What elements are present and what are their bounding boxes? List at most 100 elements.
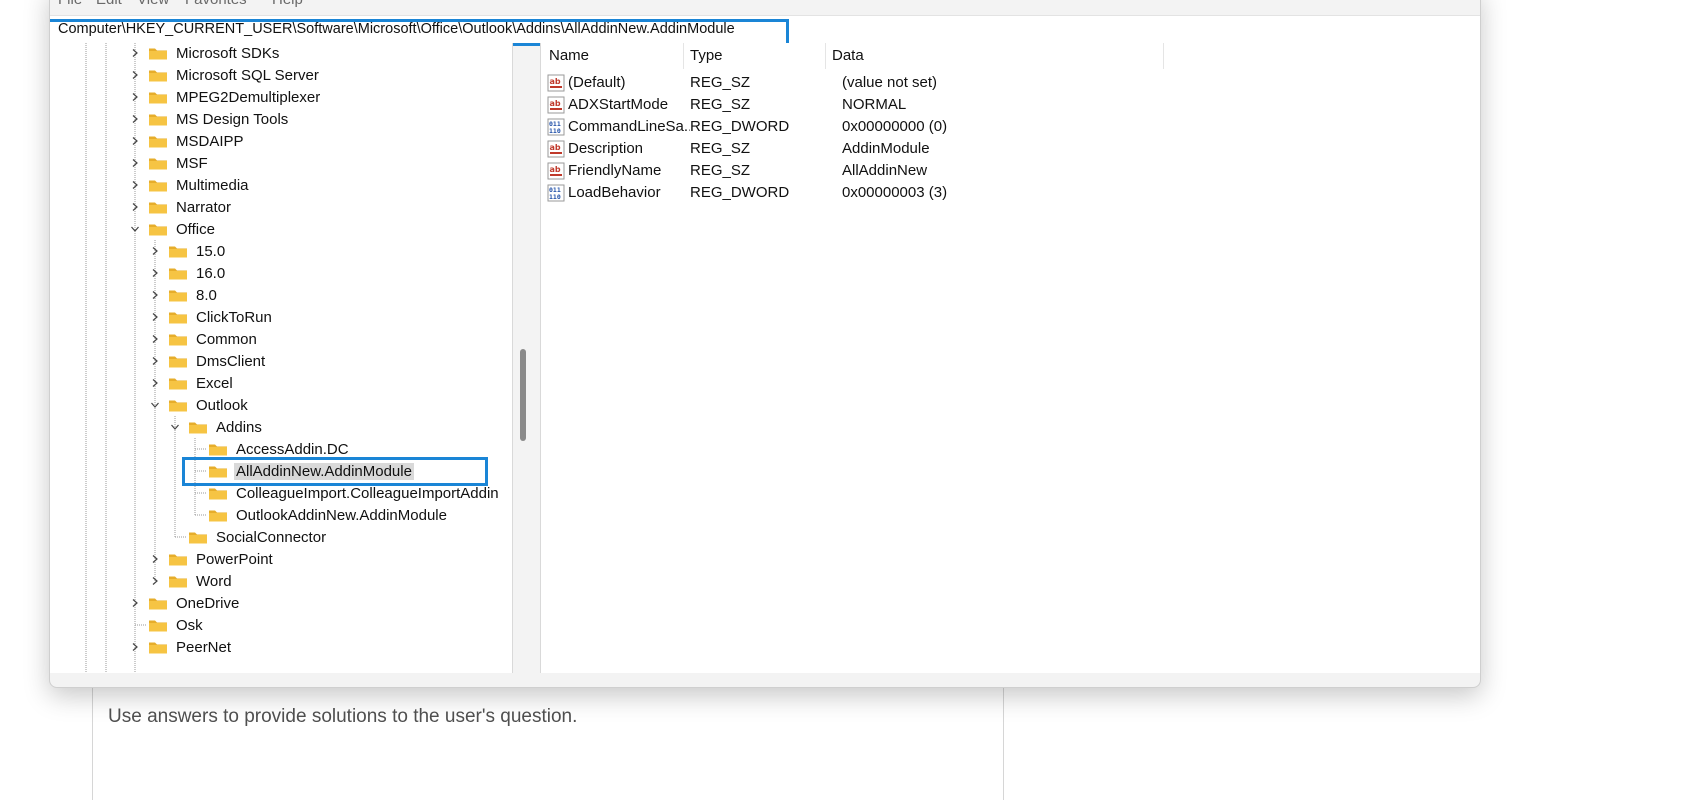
tree-item[interactable]: OutlookAddinNew.AddinModule [188,504,449,526]
chevron-right-icon[interactable] [128,68,142,82]
column-separator[interactable] [825,43,826,69]
column-header-name[interactable]: Name [549,47,589,64]
tree-item[interactable]: 15.0 [148,240,227,262]
svg-text:ab: ab [550,143,561,152]
tree-item-label: Common [196,330,257,348]
chevron-right-icon[interactable] [128,156,142,170]
tree-item[interactable]: ColleagueImport.ColleagueImportAddin [188,482,501,504]
menu-help[interactable]: Help [272,0,303,8]
chevron-right-icon[interactable] [128,134,142,148]
chevron-right-icon[interactable] [148,574,162,588]
tree-item[interactable]: MSDAIPP [128,130,246,152]
value-data: 0x00000003 (3) [842,184,948,201]
value-type: REG_DWORD [690,118,790,135]
column-header-type[interactable]: Type [690,47,723,64]
tree-item[interactable]: MS Design Tools [128,108,290,130]
string-value-icon: ab [547,74,565,92]
tree-item[interactable]: Addins [168,416,264,438]
folder-icon [168,287,188,303]
folder-icon [148,67,168,83]
tree-item[interactable]: Excel [148,372,235,394]
chevron-right-icon[interactable] [128,90,142,104]
tree-item[interactable]: Common [148,328,259,350]
tree-item[interactable]: 8.0 [148,284,219,306]
key-tree-pane[interactable]: Microsoft SDKs Microsoft SQL Server MPEG2D… [50,42,526,673]
tree-vertical-scrollbar[interactable] [520,349,526,441]
tree-item[interactable]: OneDrive [128,592,241,614]
value-row[interactable]: ab Description REG_SZ AddinModule [541,138,1480,160]
tree-item[interactable]: PowerPoint [148,548,275,570]
value-data: NORMAL [842,96,907,113]
tree-item[interactable]: Microsoft SDKs [128,42,281,64]
tree-item-label: ClickToRun [196,308,272,326]
tree-item[interactable]: 16.0 [148,262,227,284]
tree-item-label: Word [196,572,232,590]
svg-text:ab: ab [550,77,561,86]
tree-item[interactable]: Outlook [148,394,250,416]
tree-item[interactable]: Narrator [128,196,233,218]
column-separator[interactable] [683,43,684,69]
value-row[interactable]: ab FriendlyName REG_SZ AllAddinNew [541,160,1480,182]
string-value-icon: ab [547,162,565,180]
folder-icon [168,397,188,413]
menu-file[interactable]: File [58,0,82,8]
tree-item-label: AccessAddin.DC [236,440,349,458]
tree-item[interactable]: ClickToRun [148,306,274,328]
value-type: REG_SZ [690,162,751,179]
tree-item[interactable]: Osk [128,614,205,636]
tree-item-label: Microsoft SQL Server [176,66,319,84]
chevron-right-icon[interactable] [148,376,162,390]
chevron-right-icon[interactable] [128,178,142,192]
svg-text:110: 110 [549,127,561,135]
chevron-right-icon[interactable] [148,288,162,302]
svg-text:110: 110 [549,193,561,201]
tree-item[interactable]: Microsoft SQL Server [128,64,321,86]
value-name: LoadBehavior [568,184,661,201]
tree-guide-lines [85,43,206,673]
menu-edit[interactable]: Edit [96,0,122,8]
tree-item-label: OutlookAddinNew.AddinModule [236,506,447,524]
value-type: REG_SZ [690,74,751,91]
folder-icon [168,331,188,347]
folder-icon [148,221,168,237]
folder-icon [148,177,168,193]
chevron-right-icon[interactable] [128,640,142,654]
tree-item[interactable]: Word [148,570,234,592]
chevron-right-icon[interactable] [128,200,142,214]
chevron-right-icon[interactable] [148,354,162,368]
tree-item[interactable]: DmsClient [148,350,267,372]
value-name: CommandLineSa... [568,118,690,135]
menu-view[interactable]: View [137,0,169,8]
values-pane[interactable]: Name Type Data ab (Default) REG_SZ (value n… [540,43,1480,673]
chevron-down-icon[interactable] [148,398,162,412]
chevron-right-icon[interactable] [148,332,162,346]
column-separator[interactable] [1163,43,1164,69]
address-bar[interactable]: Computer\HKEY_CURRENT_USER\Software\Micr… [50,15,1480,46]
folder-icon [208,485,228,501]
folder-icon [168,353,188,369]
chevron-right-icon[interactable] [148,244,162,258]
tree-item[interactable]: PeerNet [128,636,233,658]
folder-icon [148,199,168,215]
tree-item-label: MSDAIPP [176,132,244,150]
chevron-right-icon[interactable] [128,112,142,126]
tree-item[interactable]: SocialConnector [168,526,328,548]
tree-item[interactable]: MSF [128,152,210,174]
tree-item[interactable]: MPEG2Demultiplexer [128,86,322,108]
column-header-data[interactable]: Data [832,47,864,64]
value-row[interactable]: 011 110 CommandLineSa... REG_DWORD 0x0000000… [541,116,1480,138]
chevron-right-icon[interactable] [148,552,162,566]
chevron-down-icon[interactable] [128,222,142,236]
menu-favorites[interactable]: Favorites [185,0,247,8]
chevron-right-icon[interactable] [148,266,162,280]
string-value-icon: ab [547,96,565,114]
value-row[interactable]: ab (Default) REG_SZ (value not set) [541,72,1480,94]
tree-item[interactable]: Multimedia [128,174,251,196]
tree-item[interactable]: Office [128,218,217,240]
chevron-right-icon[interactable] [148,310,162,324]
chevron-down-icon[interactable] [168,420,182,434]
chevron-right-icon[interactable] [128,46,142,60]
value-row[interactable]: 011 110 LoadBehavior REG_DWORD 0x00000003 (3… [541,182,1480,204]
value-row[interactable]: ab ADXStartMode REG_SZ NORMAL [541,94,1480,116]
chevron-right-icon[interactable] [128,596,142,610]
